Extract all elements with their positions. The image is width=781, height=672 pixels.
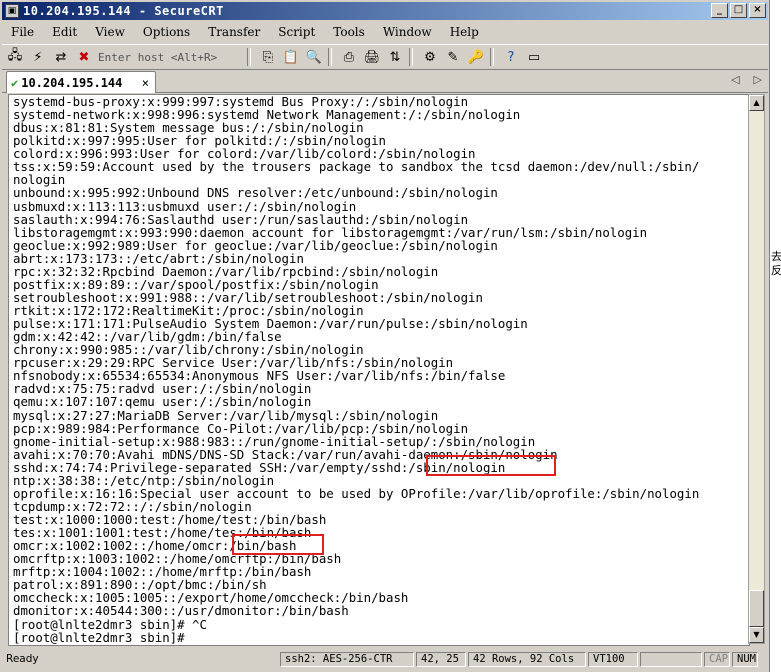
toolbar-separator bbox=[490, 48, 494, 66]
securecrt-window: ▣ 10.204.195.144 - SecureCRT _ □ × File … bbox=[0, 0, 770, 672]
terminal-line: mysql:x:27:27:MariaDB Server:/var/lib/my… bbox=[13, 407, 439, 423]
terminal-line: unbound:x:995:992:Unbound DNS resolver:/… bbox=[13, 185, 498, 201]
tab-next-icon[interactable]: ▷ bbox=[754, 73, 762, 86]
paste-icon[interactable]: 📋 bbox=[281, 47, 301, 67]
menu-help[interactable]: Help bbox=[441, 25, 488, 39]
terminal-line: usbmuxd:x:113:113:usbmuxd user:/:/sbin/n… bbox=[13, 198, 357, 214]
status-cursor: 42, 25 bbox=[416, 651, 466, 667]
menu-script[interactable]: Script bbox=[269, 25, 324, 39]
help-icon[interactable]: ? bbox=[501, 47, 521, 67]
connected-check-icon: ✔ bbox=[11, 75, 19, 90]
status-num: NUM bbox=[732, 651, 758, 667]
session-tab-label: 10.204.195.144 bbox=[21, 75, 123, 90]
terminal-line: tss:x:59:59:Account used by the trousers… bbox=[13, 159, 700, 175]
connect-icon[interactable]: 🖧 bbox=[5, 47, 25, 67]
terminal-line: sshd:x:74:74:Privilege-separated SSH:/va… bbox=[13, 459, 506, 475]
about-icon[interactable]: ▭ bbox=[524, 47, 544, 67]
terminal-line: geoclue:x:992:989:User for geoclue:/var/… bbox=[13, 237, 498, 253]
window-controls: _ □ × bbox=[711, 3, 766, 18]
host-input[interactable]: Enter host <Alt+R> bbox=[94, 49, 243, 66]
terminal-line: libstoragemgmt:x:993:990:daemon account … bbox=[13, 224, 648, 240]
terminal-line: ntp:x:38:38::/etc/ntp:/sbin/nologin bbox=[13, 472, 275, 488]
toolbar-separator bbox=[328, 48, 332, 66]
close-window-button[interactable]: × bbox=[749, 3, 766, 18]
status-cap: CAP bbox=[704, 651, 730, 667]
print-setup-icon[interactable]: 🖨 bbox=[362, 47, 382, 67]
menu-view[interactable]: View bbox=[86, 25, 134, 39]
keymap-icon[interactable]: 🔑 bbox=[466, 47, 486, 67]
tab-navigation: ◁ ▷ bbox=[731, 73, 762, 86]
terminal-line: [root@lnlte2dmr3 sbin]# ^C bbox=[13, 616, 207, 632]
menu-file[interactable]: File bbox=[2, 25, 43, 39]
title-bar[interactable]: ▣ 10.204.195.144 - SecureCRT _ □ × bbox=[2, 2, 768, 20]
menu-tools[interactable]: Tools bbox=[324, 25, 374, 39]
status-size: 42 Rows, 92 Cols bbox=[468, 651, 586, 667]
terminal-line: avahi:x:70:70:Avahi mDNS/DNS-SD Stack:/v… bbox=[13, 446, 558, 462]
vertical-scrollbar[interactable]: ▲ ▼ bbox=[748, 94, 765, 644]
close-tab-button[interactable]: × bbox=[142, 76, 149, 90]
find-icon[interactable]: 🔍 bbox=[304, 47, 324, 67]
status-bar: Ready ssh2: AES-256-CTR 42, 25 42 Rows, … bbox=[2, 650, 768, 668]
scroll-thumb[interactable] bbox=[749, 590, 764, 627]
terminal-lines: systemd-bus-proxy:x:999:997:systemd Bus … bbox=[13, 95, 699, 644]
terminal-line: oprofile:x:16:16:Special user account to… bbox=[13, 485, 700, 501]
terminal-line: postfix:x:89:89::/var/spool/postfix:/sbi… bbox=[13, 276, 379, 292]
toolbar: 🖧 ⚡ ⇄ ✖ Enter host <Alt+R> ⎘ 📋 🔍 ⎙ 🖨 ⇅ ⚙… bbox=[2, 44, 768, 70]
terminal-line: qemu:x:107:107:qemu user:/:/sbin/nologin bbox=[13, 394, 312, 410]
menu-transfer[interactable]: Transfer bbox=[199, 25, 269, 39]
sftp-icon[interactable]: ⇅ bbox=[385, 47, 405, 67]
terminal-line: rpc:x:32:32:Rpcbind Daemon:/var/lib/rpcb… bbox=[13, 263, 439, 279]
minimize-button[interactable]: _ bbox=[711, 3, 728, 18]
securecrt-app-icon: ▣ bbox=[5, 4, 19, 18]
tab-prev-icon[interactable]: ◁ bbox=[731, 73, 739, 86]
disconnect-icon[interactable]: ✖ bbox=[74, 47, 94, 67]
toolbar-separator bbox=[247, 48, 251, 66]
global-options-icon[interactable]: ✎ bbox=[443, 47, 463, 67]
session-tab[interactable]: ✔ 10.204.195.144 × bbox=[6, 71, 156, 93]
status-ready: Ready bbox=[6, 653, 39, 665]
status-cipher: ssh2: AES-256-CTR bbox=[280, 651, 414, 667]
tab-bar: ✔ 10.204.195.144 × ◁ ▷ bbox=[2, 70, 768, 93]
terminal-line: [root@lnlte2dmr3 sbin]# bbox=[13, 629, 193, 645]
background-text-fragment: 去 反 bbox=[771, 250, 781, 277]
background-window-fragment: 去 反 bbox=[771, 0, 781, 672]
print-icon[interactable]: ⎙ bbox=[339, 47, 359, 67]
menu-options[interactable]: Options bbox=[134, 25, 199, 39]
terminal-line: dmonitor:x:40544:300::/usr/dmonitor:/bin… bbox=[13, 603, 349, 619]
menu-edit[interactable]: Edit bbox=[43, 25, 86, 39]
toolbar-separator bbox=[409, 48, 413, 66]
scroll-up-arrow-icon[interactable]: ▲ bbox=[749, 95, 764, 111]
window-title: 10.204.195.144 - SecureCRT bbox=[23, 4, 224, 18]
menu-window[interactable]: Window bbox=[374, 25, 441, 39]
terminal-line: saslauth:x:994:76:Saslauthd user:/run/sa… bbox=[13, 211, 469, 227]
scroll-down-arrow-icon[interactable]: ▼ bbox=[749, 627, 764, 643]
terminal-output[interactable]: systemd-bus-proxy:x:999:997:systemd Bus … bbox=[8, 94, 750, 646]
terminal-line: gnome-initial-setup:x:988:983::/run/gnom… bbox=[13, 433, 536, 449]
maximize-button[interactable]: □ bbox=[730, 3, 747, 18]
status-spacer bbox=[640, 651, 702, 667]
status-terminal-type: VT100 bbox=[588, 651, 638, 667]
connect-tab-icon[interactable]: ⇄ bbox=[51, 47, 71, 67]
menu-bar: File Edit View Options Transfer Script T… bbox=[2, 22, 768, 41]
terminal-line: abrt:x:173:173::/etc/abrt:/sbin/nologin bbox=[13, 250, 304, 266]
highlight-box-sbin-nologin bbox=[426, 455, 556, 476]
copy-icon[interactable]: ⎘ bbox=[258, 47, 278, 67]
settings-icon[interactable]: ⚙ bbox=[420, 47, 440, 67]
terminal-line: pcp:x:989:984:Performance Co-Pilot:/var/… bbox=[13, 420, 469, 436]
quick-connect-icon[interactable]: ⚡ bbox=[28, 47, 48, 67]
highlight-box-bin-bash bbox=[232, 534, 324, 555]
